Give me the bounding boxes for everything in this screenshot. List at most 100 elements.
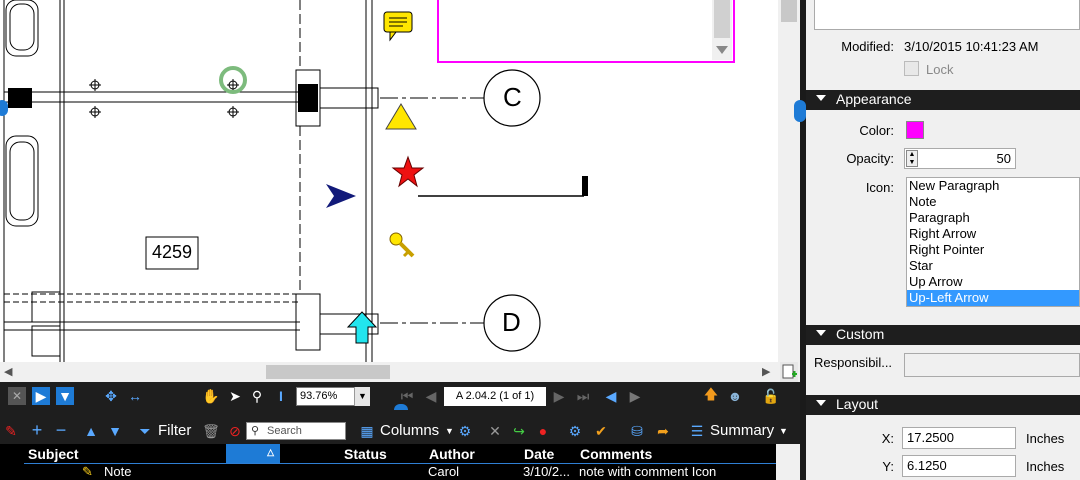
icon-listbox[interactable]: New Paragraph Note Paragraph Right Arrow… bbox=[906, 177, 1080, 307]
trash-icon[interactable]: 🗑 bbox=[202, 422, 220, 440]
key-markup-icon[interactable] bbox=[389, 232, 415, 258]
delete-icon[interactable]: ✕ bbox=[486, 422, 504, 440]
pan-hand-icon[interactable]: ✋ bbox=[202, 387, 220, 405]
previous-view-icon[interactable]: ◀ bbox=[602, 387, 620, 405]
split-view-icon[interactable]: ▶ bbox=[32, 387, 50, 405]
close-document-icon[interactable]: ✕ bbox=[8, 387, 26, 405]
list-row-gutter bbox=[0, 444, 24, 480]
left-panel-toggle[interactable] bbox=[0, 100, 8, 116]
star-markup-icon[interactable] bbox=[391, 155, 425, 188]
zoom-dropdown-icon[interactable]: ▼ bbox=[354, 387, 370, 406]
vertical-scroll-thumb[interactable] bbox=[781, 0, 797, 22]
select-cursor-icon[interactable]: ➤ bbox=[226, 387, 244, 405]
next-view-icon[interactable]: ▶ bbox=[626, 387, 644, 405]
icon-option[interactable]: Right Arrow bbox=[907, 226, 1079, 242]
column-header-subject[interactable]: Subject bbox=[28, 446, 79, 462]
responsibility-label: Responsibil... bbox=[814, 355, 893, 370]
fit-width-icon[interactable]: ↔ bbox=[126, 387, 144, 405]
column-header-author[interactable]: Author bbox=[429, 446, 475, 462]
up-arrow-markup-icon[interactable] bbox=[385, 103, 417, 130]
right-pointer-markup-icon[interactable] bbox=[326, 184, 356, 208]
table-row[interactable]: ✎ Note Carol 3/10/2... note with comment… bbox=[24, 463, 776, 480]
table-vertical-scrollbar[interactable] bbox=[776, 444, 800, 480]
color-swatch[interactable] bbox=[906, 121, 924, 139]
scroll-left-icon[interactable]: ◀ bbox=[4, 365, 12, 378]
opacity-label: Opacity: bbox=[846, 151, 894, 166]
lock-checkbox[interactable] bbox=[904, 61, 919, 76]
move-down-icon[interactable]: ▼ bbox=[106, 422, 124, 440]
lock-icon[interactable]: 🔓 bbox=[762, 387, 780, 405]
right-panel-toggle[interactable] bbox=[794, 100, 806, 122]
icon-option[interactable]: Up Arrow bbox=[907, 274, 1079, 290]
new-markup-icon[interactable] bbox=[780, 362, 798, 382]
column-header-status[interactable]: Status bbox=[344, 446, 387, 462]
y-label: Y: bbox=[882, 459, 894, 474]
expand-icon[interactable]: + bbox=[28, 420, 46, 440]
grid-label-d: D bbox=[502, 307, 521, 337]
responsibility-field[interactable] bbox=[904, 353, 1080, 377]
columns-icon[interactable]: ▦ bbox=[358, 422, 376, 440]
custom-section-header[interactable]: Custom bbox=[806, 325, 1080, 345]
page-indicator[interactable]: A 2.04.2 (1 of 1) bbox=[444, 387, 546, 406]
horizontal-scroll-thumb[interactable] bbox=[266, 365, 390, 379]
scroll-right-icon[interactable]: ▶ bbox=[762, 365, 770, 378]
user-icon[interactable]: ☻ bbox=[726, 387, 744, 405]
search-input[interactable]: Search bbox=[246, 422, 346, 440]
pen-icon[interactable]: ✎ bbox=[2, 422, 20, 440]
horizontal-scrollbar[interactable]: ◀ ▶ bbox=[0, 362, 778, 382]
row-comments: note with comment Icon bbox=[579, 464, 717, 479]
settings-gear-icon[interactable]: ⚙ bbox=[456, 422, 474, 440]
icon-option[interactable]: New Paragraph bbox=[907, 178, 1079, 194]
row-author: Carol bbox=[428, 464, 460, 479]
last-page-icon[interactable]: ⏭ bbox=[574, 387, 592, 405]
summary-dropdown-icon[interactable]: ▼ bbox=[779, 426, 788, 436]
filter-icon[interactable]: ⏷ bbox=[136, 422, 154, 440]
icon-option[interactable]: Right Pointer bbox=[907, 242, 1079, 258]
columns-dropdown-icon[interactable]: ▼ bbox=[445, 426, 454, 436]
select-text-icon[interactable]: I bbox=[272, 387, 290, 405]
import-export-icon[interactable]: ⛁ bbox=[628, 422, 646, 440]
icon-option[interactable]: Paragraph bbox=[907, 210, 1079, 226]
layout-section-header[interactable]: Layout bbox=[806, 395, 1080, 415]
y-position-field[interactable]: 6.1250 bbox=[902, 455, 1016, 477]
first-page-icon[interactable]: ⏮ bbox=[398, 387, 416, 405]
y-unit: Inches bbox=[1026, 459, 1065, 474]
x-position-field[interactable]: 17.2500 bbox=[902, 427, 1016, 449]
opacity-spin-icon[interactable]: ▲ ▼ bbox=[906, 150, 918, 167]
column-header-date[interactable]: Date bbox=[524, 446, 554, 462]
collapse-icon[interactable]: − bbox=[52, 420, 70, 440]
icon-option[interactable]: Note bbox=[907, 194, 1079, 210]
vertical-scrollbar[interactable] bbox=[778, 0, 800, 382]
note-icon[interactable] bbox=[383, 11, 413, 42]
sort-indicator[interactable]: △ bbox=[226, 444, 280, 464]
navigation-toolbar: ✕ ▶ ▼ ✥ ↔ ✋ ➤ ⚲ I 93.76% ▼ ⏮ ◀ A 2.04.2 … bbox=[0, 382, 800, 416]
previous-page-icon[interactable]: ◀ bbox=[422, 387, 440, 405]
opacity-spinner[interactable]: 50 bbox=[904, 148, 1016, 169]
icon-label: Icon: bbox=[865, 180, 894, 195]
stamp-arrow-icon[interactable]: 🡅 bbox=[702, 386, 720, 405]
status-traffic-light-icon[interactable]: ● bbox=[534, 422, 552, 440]
fit-page-icon[interactable]: ✥ bbox=[102, 387, 120, 405]
sync-view-icon[interactable]: ▼ bbox=[56, 387, 74, 405]
export-icon[interactable]: ➦ bbox=[654, 422, 672, 440]
clear-icon[interactable]: ⊘ bbox=[226, 422, 244, 440]
move-up-icon[interactable]: ▲ bbox=[82, 422, 100, 440]
summary-button[interactable]: Summary bbox=[710, 422, 774, 439]
column-header-comments[interactable]: Comments bbox=[580, 446, 652, 462]
markup-settings-gear-icon[interactable]: ⚙ bbox=[566, 422, 584, 440]
icon-option-selected[interactable]: Up-Left Arrow bbox=[907, 290, 1079, 306]
columns-button[interactable]: Columns bbox=[380, 422, 439, 439]
floor-plan-drawing bbox=[3, 0, 735, 362]
zoom-icon[interactable]: ⚲ bbox=[248, 387, 266, 405]
text-box-markup[interactable] bbox=[437, 0, 735, 63]
subject-text-area[interactable] bbox=[814, 0, 1080, 30]
next-page-icon[interactable]: ▶ bbox=[550, 387, 568, 405]
drawing-canvas[interactable]: C D 4259 bbox=[0, 0, 778, 362]
summary-list-icon[interactable]: ☰ bbox=[688, 422, 706, 440]
filter-button[interactable]: Filter bbox=[158, 422, 191, 439]
icon-option[interactable]: Star bbox=[907, 258, 1079, 274]
checkmark-icon[interactable]: ✔ bbox=[592, 422, 610, 440]
appearance-section-header[interactable]: Appearance bbox=[806, 90, 1080, 110]
search-icon: ⚲ bbox=[251, 425, 260, 437]
reply-icon[interactable]: ↪ bbox=[510, 422, 528, 440]
